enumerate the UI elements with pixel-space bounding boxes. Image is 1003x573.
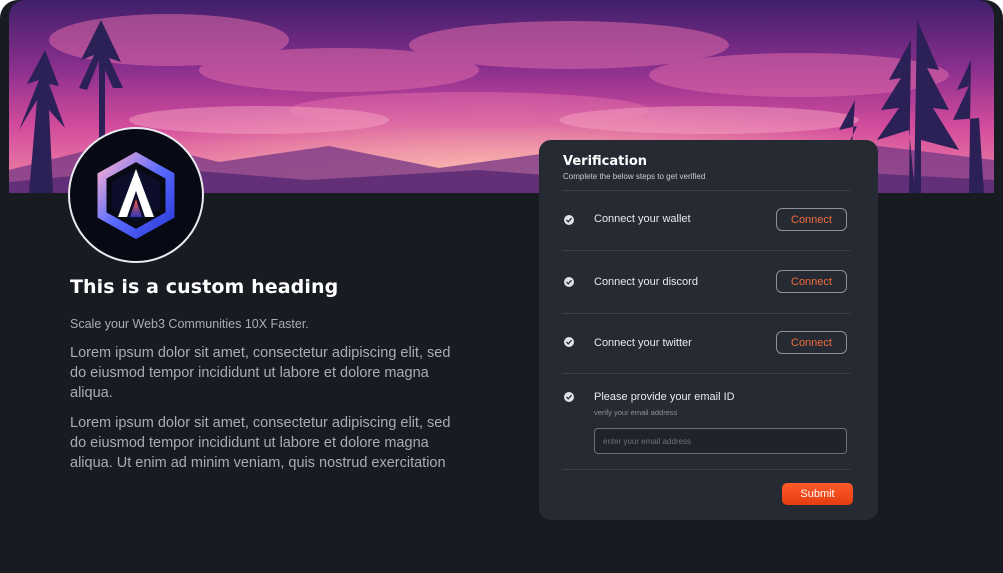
page-heading: This is a custom heading <box>70 276 339 298</box>
verification-title: Verification <box>563 154 648 169</box>
submit-button[interactable]: Submit <box>782 483 853 505</box>
description-paragraph-1: Lorem ipsum dolor sit amet, consectetur … <box>70 345 451 401</box>
email-input[interactable] <box>594 428 847 454</box>
step-label-email: Please provide your email ID <box>594 391 735 403</box>
verification-card: Verification Complete the below steps to… <box>539 140 878 520</box>
connect-wallet-button[interactable]: Connect <box>776 208 847 231</box>
tagline: Scale your Web3 Communities 10X Faster. <box>70 317 309 331</box>
divider <box>562 373 850 374</box>
check-circle-icon <box>564 337 574 347</box>
email-hint: verify your email address <box>594 408 678 417</box>
step-label-wallet: Connect your wallet <box>594 213 691 225</box>
verification-subtitle: Complete the below steps to get verified <box>563 172 706 181</box>
check-circle-icon <box>564 277 574 287</box>
description-paragraph-2: Lorem ipsum dolor sit amet, consectetur … <box>70 415 451 471</box>
divider <box>562 250 850 251</box>
step-label-discord: Connect your discord <box>594 276 698 288</box>
step-label-twitter: Connect your twitter <box>594 337 692 349</box>
hexagon-a-logo <box>97 151 175 240</box>
page-frame: This is a custom heading Scale your Web3… <box>0 0 1003 573</box>
check-circle-icon <box>564 392 574 402</box>
divider <box>562 190 850 191</box>
check-circle-icon <box>564 215 574 225</box>
connect-twitter-button[interactable]: Connect <box>776 331 847 354</box>
divider <box>562 469 850 470</box>
community-avatar <box>68 127 204 263</box>
connect-discord-button[interactable]: Connect <box>776 270 847 293</box>
divider <box>562 313 850 314</box>
